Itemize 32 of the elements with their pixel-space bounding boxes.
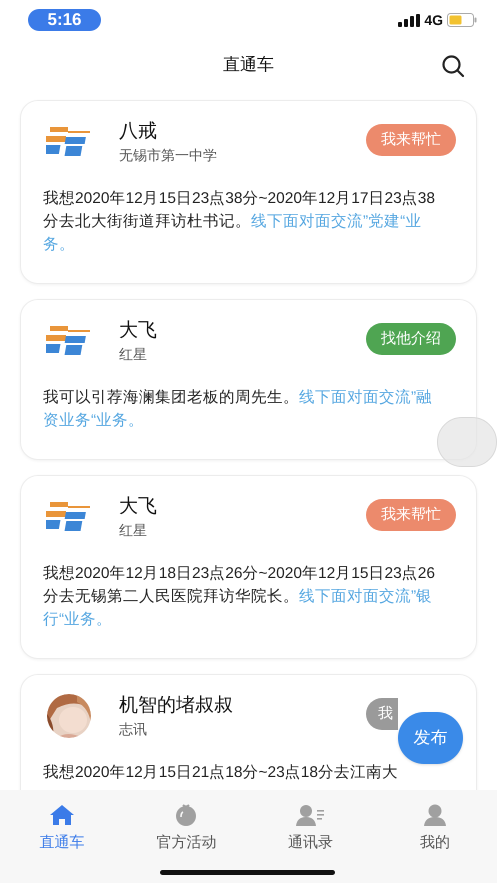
post-card[interactable]: 八戒 无锡市第一中学 我来帮忙 我想2020年12月15日23点38分~2020年12月17日23点38分去北大街街道拜访杜书记。线下面对面交流”党建“业务。: [20, 100, 477, 284]
user-name: 机智的堵叔叔: [119, 694, 234, 718]
organization-label: 红星: [119, 521, 148, 540]
page-title: 直通车: [223, 54, 274, 76]
home-icon: [49, 804, 76, 826]
post-text: 我想2020年12月15日23点38分~2020年12月17日23点38分去北大街街道拜访杜书记。线下面对面交流”党建“业务。: [43, 189, 436, 255]
signal-icon: [398, 14, 420, 26]
battery-icon: [447, 13, 477, 27]
tab[interactable]: 通讯录: [248, 804, 373, 854]
organization-label: 红星: [119, 345, 148, 364]
round-face-icon: [174, 804, 198, 826]
logo-icon: [46, 500, 92, 534]
organization-label: 志讯: [119, 720, 148, 739]
post-text: 我可以引荐海澜集团老板的周先生。线下面对面交流”融资业务“业务。: [43, 388, 434, 431]
post-text: 我想2020年12月15日21点18分~23点18分去江南大: [43, 763, 399, 783]
logo-icon: [46, 324, 92, 358]
contacts-icon: [296, 804, 326, 826]
person-icon: [422, 804, 447, 826]
status-time: 5:16: [28, 9, 101, 31]
post-card[interactable]: 大飞 红星 找他介绍 我可以引荐海澜集团老板的周先生。线下面对面交流”融资业务“业务。: [20, 299, 477, 460]
tab[interactable]: 直通车: [0, 804, 124, 854]
tab[interactable]: 我的: [372, 804, 497, 854]
user-name: 大飞: [119, 495, 158, 519]
search-icon[interactable]: [441, 54, 465, 78]
post-text: 我想2020年12月18日23点26分~2020年12月15日23点26分去无锡第二人民医院拜访华院长。线下面对面交流”银行“业务。: [43, 564, 436, 630]
user-name: 八戒: [119, 120, 158, 144]
user-name: 大飞: [119, 319, 158, 343]
tab[interactable]: 官方活动: [124, 804, 248, 854]
logo-icon: [46, 125, 92, 159]
network-label: 4G: [424, 10, 443, 30]
organization-label: 无锡市第一中学: [119, 146, 218, 165]
post-card[interactable]: 大飞 红星 我来帮忙 我想2020年12月18日23点26分~2020年12月15日23点26分去无锡第二人民医院拜访华院长。线下面对面交流”银行“业务。: [20, 475, 477, 659]
